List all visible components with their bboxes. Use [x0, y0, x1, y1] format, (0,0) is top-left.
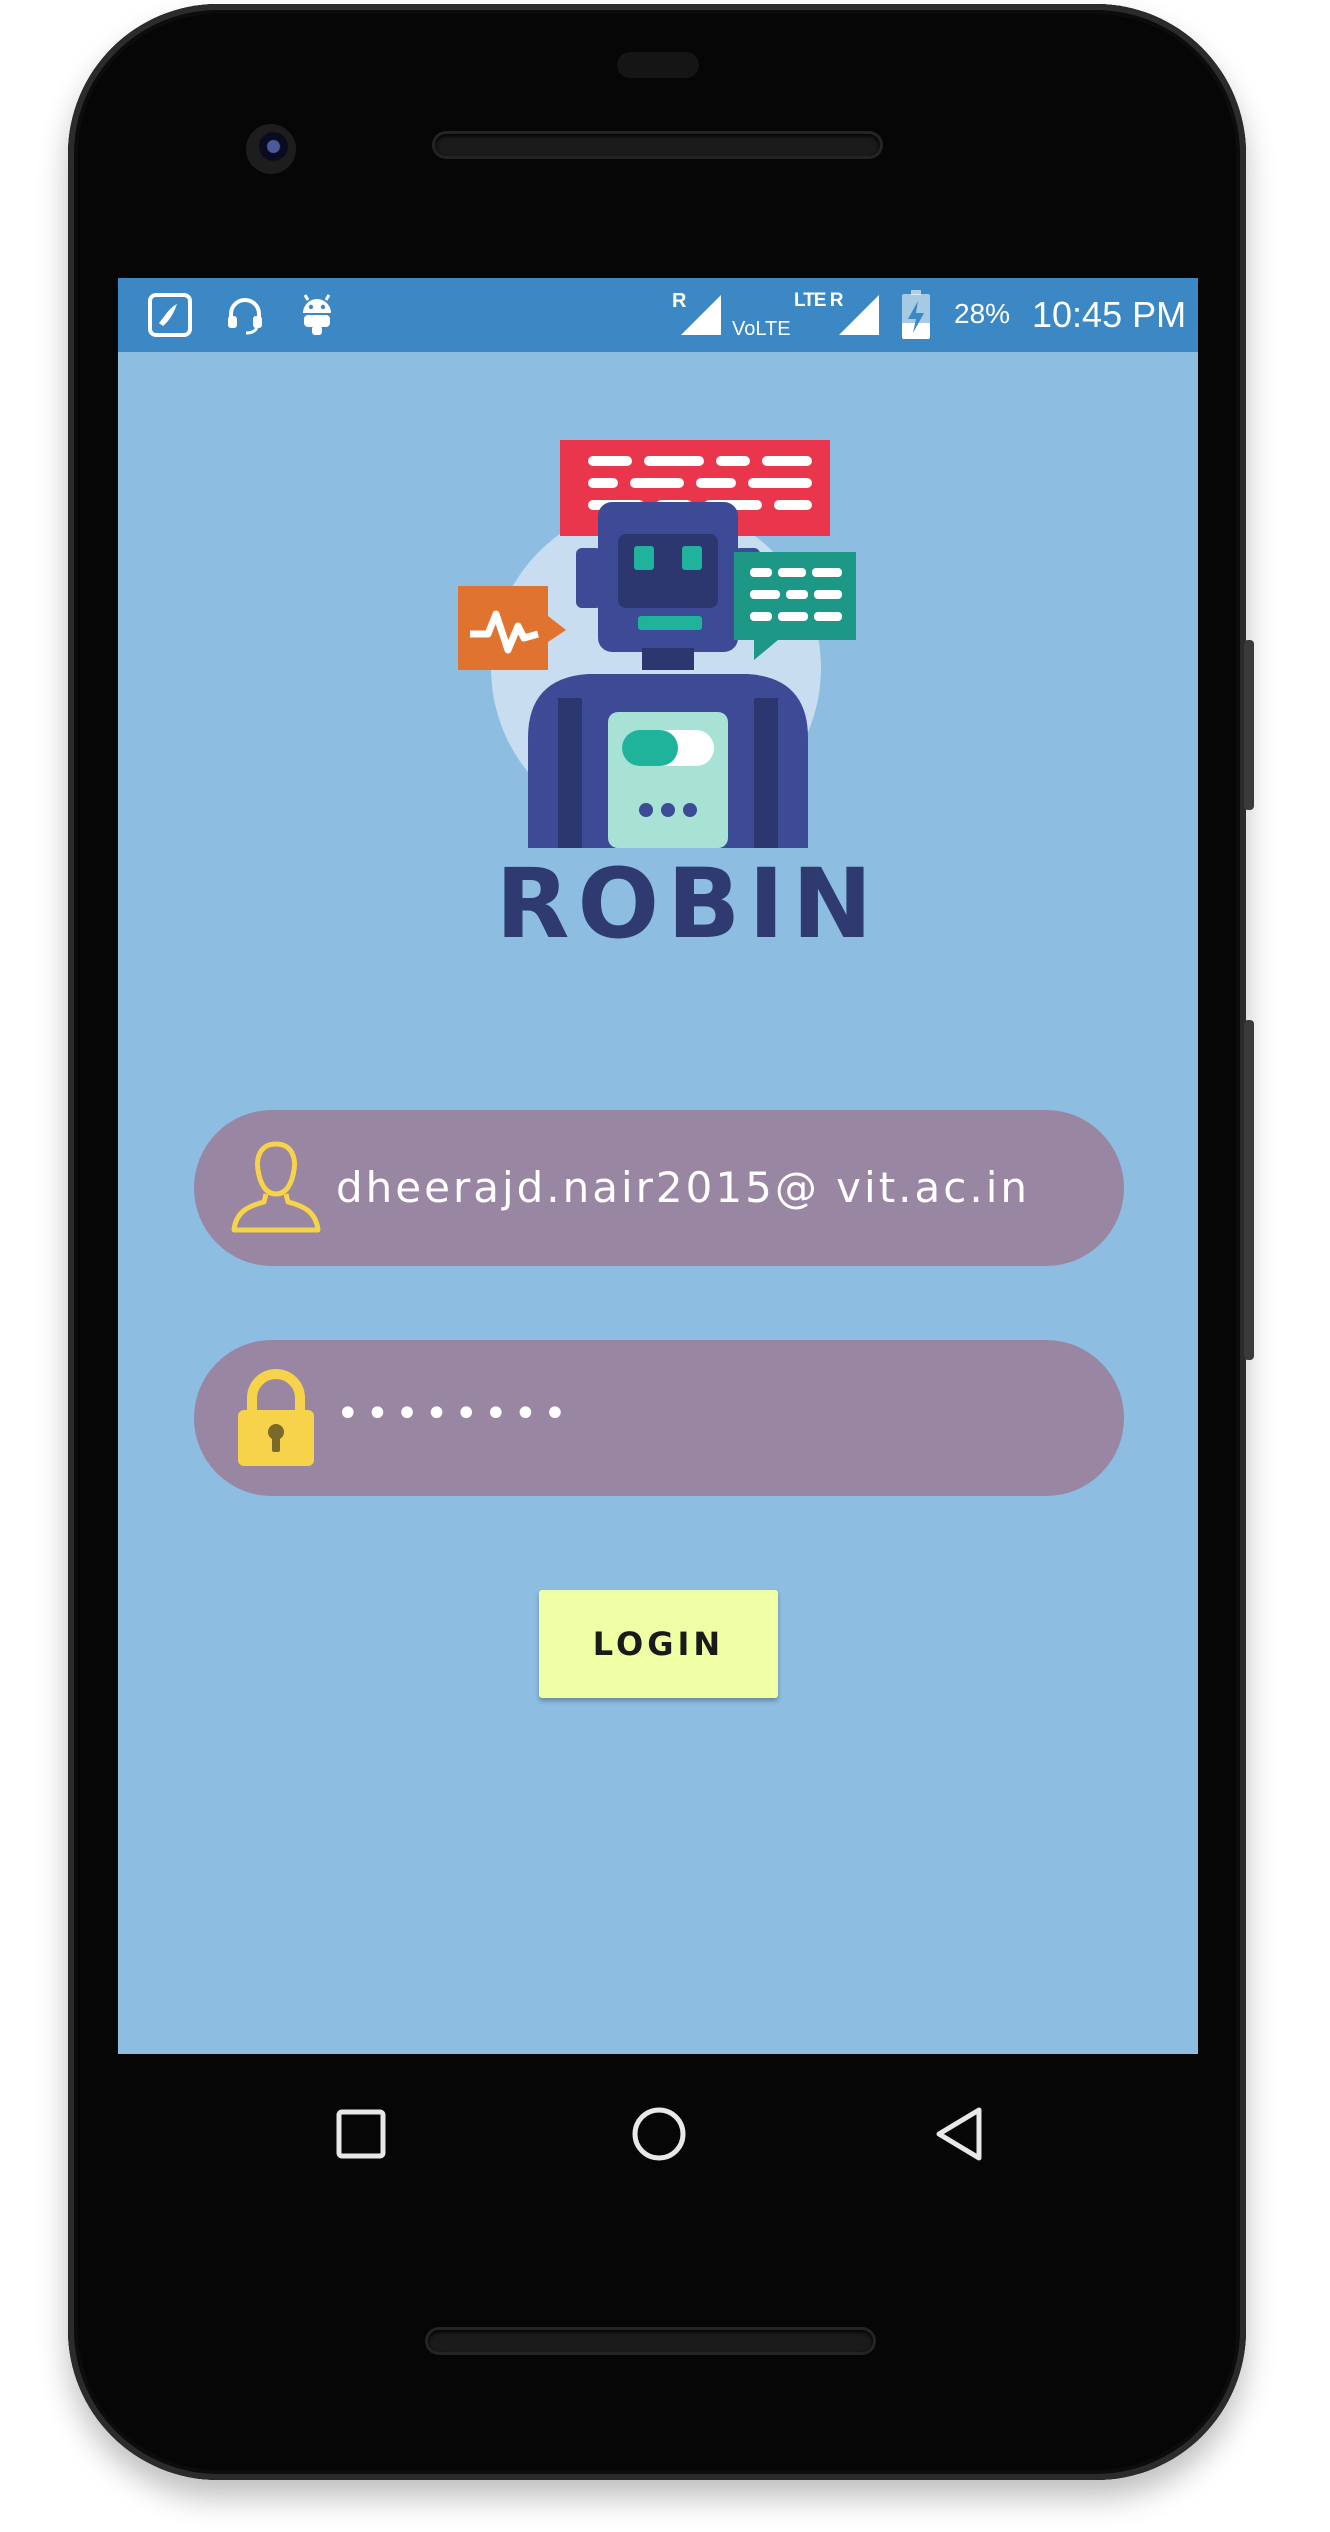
clock: 10:45 PM	[1032, 294, 1187, 335]
front-camera	[246, 124, 296, 174]
volume-rocker	[1244, 1020, 1254, 1360]
back-icon[interactable]	[919, 2094, 999, 2174]
lock-icon	[222, 1364, 330, 1472]
sensor-slot	[617, 52, 699, 78]
status-bar: R VoLTE LTE R 28% 10:45 PM	[118, 278, 1198, 352]
headset-icon	[222, 292, 268, 338]
email-value: dheerajd.nair2015@ vit.ac.in	[336, 1163, 1030, 1212]
battery-percent: 28%	[954, 298, 1011, 329]
recents-icon[interactable]	[321, 2094, 401, 2174]
email-field[interactable]: dheerajd.nair2015@ vit.ac.in	[194, 1110, 1124, 1266]
password-value: ••••••••	[336, 1391, 573, 1437]
password-field[interactable]: ••••••••	[194, 1340, 1124, 1496]
android-icon	[294, 292, 340, 338]
lte-signal-icon	[836, 292, 882, 338]
robot-logo	[458, 438, 858, 852]
top-speaker-grille	[435, 134, 880, 156]
volte-label: VoLTE	[732, 318, 791, 340]
home-icon[interactable]	[619, 2094, 699, 2174]
saavn-icon	[146, 292, 194, 338]
navigation-bar	[118, 2054, 1198, 2204]
app-title-text: ROBIN	[495, 848, 881, 960]
login-button[interactable]: LOGIN	[539, 1590, 778, 1698]
screen: R VoLTE LTE R 28% 10:45 PM ROBIN dheeraj…	[118, 278, 1198, 2054]
power-button	[1244, 640, 1254, 810]
battery-charging-icon	[898, 288, 934, 342]
bottom-speaker-grille	[428, 2330, 873, 2352]
user-icon	[222, 1134, 330, 1242]
signal-strength-icon	[678, 292, 724, 338]
app-title: ROBIN	[118, 848, 1198, 960]
